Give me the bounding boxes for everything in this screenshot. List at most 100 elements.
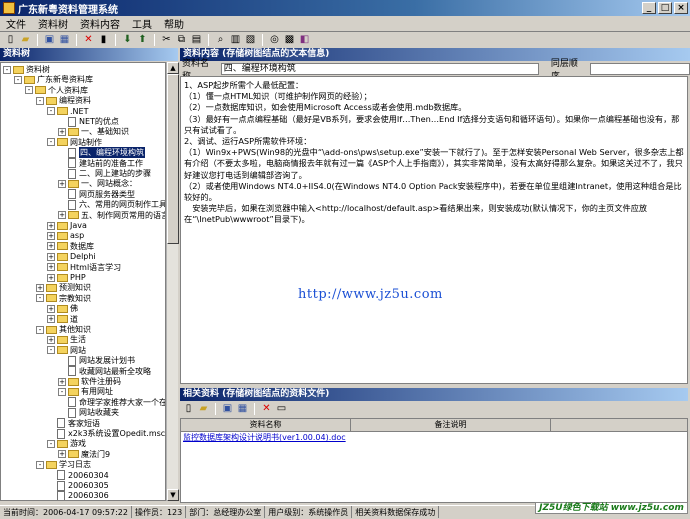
tree-doc-node[interactable]: 网站发展计划书 [58,355,135,366]
tree-folder-node[interactable]: - 广东新粤资料库 [14,74,93,85]
tree-doc-node[interactable]: 收藏网站最新全攻略 [58,366,151,377]
tree-node-label[interactable]: PHP [70,272,86,283]
tree-folder-node[interactable]: - 其他知识 [36,324,91,335]
tree-doc-node[interactable]: 20060304 [47,470,109,481]
move-down-icon[interactable]: ⬇ [121,34,134,46]
maximize-button[interactable]: □ [658,2,672,14]
collapse-icon[interactable]: - [36,96,44,105]
tree-folder-node[interactable]: + asp [47,230,84,241]
tree-node-label[interactable]: 宗教知识 [59,293,91,304]
tree-node-label[interactable]: 收藏网站最新全攻略 [79,366,151,377]
col-name-header[interactable]: 资料名称 [181,419,351,431]
tree-node-label[interactable]: 魔法门9 [81,449,110,460]
open-file-icon[interactable]: ▭ [275,403,288,415]
menu-content[interactable]: 资料内容 [74,16,126,31]
tree-node-label[interactable]: 建站前的准备工作 [79,158,143,169]
delete-icon[interactable]: ✕ [82,34,95,46]
tree-node-label[interactable]: 六、常用的网页制作工具 [79,199,165,210]
tree-node-label[interactable]: 广东新粤资料库 [37,74,93,85]
tree-node-label[interactable]: 资料树 [26,64,50,75]
tree-folder-node[interactable]: + 魔法门9 [58,449,110,460]
open-icon[interactable]: ▰ [19,34,32,46]
tree-doc-node[interactable]: 客家短语 [47,418,100,429]
expand-icon[interactable]: + [47,252,55,261]
trash-icon[interactable]: ▮ [97,34,110,46]
expand-icon[interactable]: + [47,273,55,282]
new-icon[interactable]: ▯ [182,403,195,415]
tree-folder-node[interactable]: + Java [47,220,87,231]
expand-icon[interactable]: + [47,242,55,251]
open-icon[interactable]: ▰ [197,403,210,415]
tree-node-label[interactable]: asp [70,230,84,241]
print-icon[interactable]: ▥ [229,34,242,46]
tree-node-label[interactable]: 一、网站概念： [81,178,137,189]
tree-doc-node[interactable]: NET的优点 [58,116,119,127]
collapse-icon[interactable]: - [47,107,55,116]
search-icon[interactable]: ◎ [268,34,281,46]
tree-node-label[interactable]: 命理学家推荐大家一个在 [79,397,165,408]
tree-node-label[interactable]: Java [70,220,87,231]
tree-folder-node[interactable]: - 学习日志 [36,459,91,470]
move-up-icon[interactable]: ⬆ [136,34,149,46]
expand-icon[interactable]: + [58,377,66,386]
collapse-icon[interactable]: - [3,65,11,74]
tree-node-label[interactable]: 四、编程环境构筑 [79,147,145,159]
expand-icon[interactable]: + [47,315,55,324]
tree-folder-node[interactable]: + 道 [47,314,78,325]
tree-folder-node[interactable]: + 生活 [47,334,86,345]
tree-doc-node[interactable]: 建站前的准备工作 [58,158,143,169]
scroll-down-button[interactable]: ▼ [167,489,179,501]
tree-node-label[interactable]: 网站制作 [70,137,102,148]
minimize-button[interactable]: _ [642,2,656,14]
collapse-icon[interactable]: - [47,346,55,355]
paste-icon[interactable]: ▤ [190,34,203,46]
collapse-icon[interactable]: - [14,75,22,84]
copy-icon[interactable]: ⧉ [175,34,188,46]
tree-node-label[interactable]: 五、制作网页常用的语言 [81,210,165,221]
menu-tree[interactable]: 资料树 [32,16,74,31]
menu-tools[interactable]: 工具 [126,16,158,31]
tree-node-label[interactable]: 其他知识 [59,324,91,335]
save-all-icon[interactable]: ▦ [58,34,71,46]
tree-folder-node[interactable]: + 佛 [47,303,78,314]
expand-icon[interactable]: + [36,283,44,292]
tree-node-label[interactable]: 编程资料 [59,95,91,106]
menu-file[interactable]: 文件 [0,16,32,31]
tree-node-label[interactable]: 20060306 [68,490,109,500]
tree-node-label[interactable]: 网页服务器类型 [79,189,135,200]
print-preview-icon[interactable]: ⌕ [214,34,227,46]
tree-folder-node[interactable]: - 编程资料 [36,95,91,106]
content-textarea[interactable]: 1、ASP起步所需个人最低配置： （1）懂一点HTML知识（可维护制作网页的经验）… [180,76,688,384]
calendar-icon[interactable]: ▩ [283,34,296,46]
tree-folder-node[interactable]: - 资料树 [3,64,50,75]
tree-node-label[interactable]: 网站 [70,345,86,356]
save-all-icon[interactable]: ▦ [236,403,249,415]
menu-help[interactable]: 帮助 [158,16,190,31]
collapse-icon[interactable]: - [47,439,55,448]
tree-folder-node[interactable]: - 有用网址 [58,386,113,397]
order-input[interactable] [589,62,690,75]
tree-folder-node[interactable]: + 数据库 [47,241,94,252]
save-icon[interactable]: ▣ [221,403,234,415]
tree-node-label[interactable]: 个人资料库 [48,85,88,96]
tree-folder-node[interactable]: - 宗教知识 [36,293,91,304]
resource-tree[interactable]: - 资料树 - 广东新粤资料库 - 个人资料库 - 编程资料 - .NET NET的优点 + 一、基础知… [0,62,166,501]
tree-folder-node[interactable]: - 游戏 [47,438,86,449]
tree-doc-node[interactable]: x2k3系统设置Opedit.msc [47,428,165,439]
save-icon[interactable]: ▣ [43,34,56,46]
tree-node-label[interactable]: 网站收藏夹 [79,407,119,418]
close-button[interactable]: × [674,2,688,14]
tree-node-label[interactable]: .NET [70,106,88,117]
tree-node-label[interactable]: 20060305 [68,480,109,491]
expand-icon[interactable]: + [47,335,55,344]
tree-node-label[interactable]: 道 [70,314,78,325]
report-icon[interactable]: ▧ [244,34,257,46]
tree-node-label[interactable]: 一、基础知识 [81,126,129,137]
col-note-header[interactable]: 备注说明 [351,419,551,431]
tree-node-label[interactable]: 预测知识 [59,282,91,293]
collapse-icon[interactable]: - [58,387,66,396]
collapse-icon[interactable]: - [36,460,44,469]
tree-folder-node[interactable]: + 预测知识 [36,282,91,293]
tree-folder-node[interactable]: + 五、制作网页常用的语言 [58,210,165,221]
tree-node-label[interactable]: 客家短语 [68,418,100,429]
